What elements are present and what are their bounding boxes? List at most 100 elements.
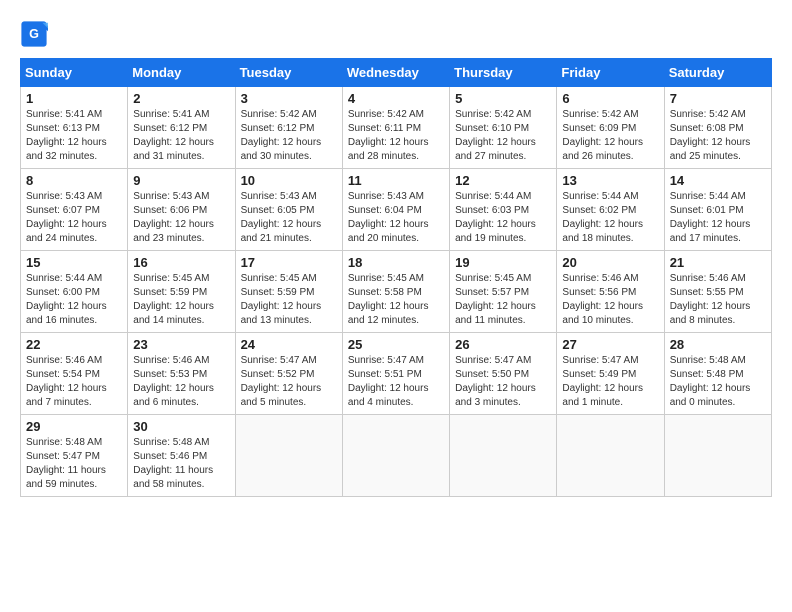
day-cell: 2 Sunrise: 5:41 AM Sunset: 6:12 PM Daylig…: [128, 87, 235, 169]
day-cell: 1Sunrise: 5:41 AM Sunset: 6:13 PM Daylig…: [21, 87, 128, 169]
day-number: 2: [133, 91, 229, 106]
day-number: 20: [562, 255, 658, 270]
day-info: Sunrise: 5:47 AM Sunset: 5:50 PM Dayligh…: [455, 354, 551, 410]
day-number: 25: [348, 337, 444, 352]
day-info: Sunrise: 5:41 AM Sunset: 6:12 PM Dayligh…: [133, 108, 229, 164]
calendar-table: SundayMondayTuesdayWednesdayThursdayFrid…: [20, 58, 772, 497]
svg-text:G: G: [29, 27, 39, 41]
day-cell: [450, 415, 557, 497]
day-cell: 18 Sunrise: 5:45 AM Sunset: 5:58 PM Dayli…: [342, 251, 449, 333]
day-cell: 22 Sunrise: 5:46 AM Sunset: 5:54 PM Dayli…: [21, 333, 128, 415]
day-number: 6: [562, 91, 658, 106]
day-cell: 15Sunrise: 5:44 AM Sunset: 6:00 PM Dayli…: [21, 251, 128, 333]
week-row-4: 22 Sunrise: 5:46 AM Sunset: 5:54 PM Dayli…: [21, 333, 772, 415]
day-cell: 14 Sunrise: 5:44 AM Sunset: 6:01 PM Dayli…: [664, 169, 771, 251]
week-row-5: 29Sunrise: 5:48 AM Sunset: 5:47 PM Dayli…: [21, 415, 772, 497]
day-cell: [235, 415, 342, 497]
day-cell: 10Sunrise: 5:43 AM Sunset: 6:05 PM Dayli…: [235, 169, 342, 251]
day-cell: 21 Sunrise: 5:46 AM Sunset: 5:55 PM Dayli…: [664, 251, 771, 333]
day-info: Sunrise: 5:47 AM Sunset: 5:52 PM Dayligh…: [241, 354, 337, 410]
day-cell: 6Sunrise: 5:42 AM Sunset: 6:09 PM Daylig…: [557, 87, 664, 169]
header-row: SundayMondayTuesdayWednesdayThursdayFrid…: [21, 59, 772, 87]
day-cell: 11Sunrise: 5:43 AM Sunset: 6:04 PM Dayli…: [342, 169, 449, 251]
day-cell: 7 Sunrise: 5:42 AM Sunset: 6:08 PM Daylig…: [664, 87, 771, 169]
header-cell-wednesday: Wednesday: [342, 59, 449, 87]
day-number: 4: [348, 91, 444, 106]
day-cell: 24 Sunrise: 5:47 AM Sunset: 5:52 PM Dayli…: [235, 333, 342, 415]
day-info: Sunrise: 5:47 AM Sunset: 5:49 PM Dayligh…: [562, 354, 658, 410]
day-number: 7: [670, 91, 766, 106]
day-cell: 23 Sunrise: 5:46 AM Sunset: 5:53 PM Dayli…: [128, 333, 235, 415]
day-number: 27: [562, 337, 658, 352]
day-cell: 4 Sunrise: 5:42 AM Sunset: 6:11 PM Daylig…: [342, 87, 449, 169]
day-number: 12: [455, 173, 551, 188]
day-cell: 8Sunrise: 5:43 AM Sunset: 6:07 PM Daylig…: [21, 169, 128, 251]
day-number: 29: [26, 419, 122, 434]
day-cell: 9 Sunrise: 5:43 AM Sunset: 6:06 PM Daylig…: [128, 169, 235, 251]
day-number: 18: [348, 255, 444, 270]
day-number: 15: [26, 255, 122, 270]
header-cell-tuesday: Tuesday: [235, 59, 342, 87]
day-cell: [557, 415, 664, 497]
day-number: 19: [455, 255, 551, 270]
day-cell: [664, 415, 771, 497]
day-info: Sunrise: 5:44 AM Sunset: 6:01 PM Dayligh…: [670, 190, 766, 246]
header-cell-monday: Monday: [128, 59, 235, 87]
day-info: Sunrise: 5:46 AM Sunset: 5:54 PM Dayligh…: [26, 354, 122, 410]
day-info: Sunrise: 5:43 AM Sunset: 6:05 PM Dayligh…: [241, 190, 337, 246]
day-cell: 17 Sunrise: 5:45 AM Sunset: 5:59 PM Dayli…: [235, 251, 342, 333]
day-info: Sunrise: 5:46 AM Sunset: 5:55 PM Dayligh…: [670, 272, 766, 328]
header-cell-saturday: Saturday: [664, 59, 771, 87]
day-cell: 5 Sunrise: 5:42 AM Sunset: 6:10 PM Daylig…: [450, 87, 557, 169]
day-cell: 29Sunrise: 5:48 AM Sunset: 5:47 PM Dayli…: [21, 415, 128, 497]
week-row-3: 15Sunrise: 5:44 AM Sunset: 6:00 PM Dayli…: [21, 251, 772, 333]
day-cell: 12 Sunrise: 5:44 AM Sunset: 6:03 PM Dayli…: [450, 169, 557, 251]
day-cell: 13 Sunrise: 5:44 AM Sunset: 6:02 PM Dayli…: [557, 169, 664, 251]
day-cell: 30Sunrise: 5:48 AM Sunset: 5:46 PM Dayli…: [128, 415, 235, 497]
day-info: Sunrise: 5:44 AM Sunset: 6:02 PM Dayligh…: [562, 190, 658, 246]
header-cell-sunday: Sunday: [21, 59, 128, 87]
day-info: Sunrise: 5:45 AM Sunset: 5:59 PM Dayligh…: [133, 272, 229, 328]
day-number: 9: [133, 173, 229, 188]
day-info: Sunrise: 5:46 AM Sunset: 5:53 PM Dayligh…: [133, 354, 229, 410]
day-cell: 20 Sunrise: 5:46 AM Sunset: 5:56 PM Dayli…: [557, 251, 664, 333]
day-number: 1: [26, 91, 122, 106]
day-number: 22: [26, 337, 122, 352]
calendar-header: SundayMondayTuesdayWednesdayThursdayFrid…: [21, 59, 772, 87]
week-row-1: 1Sunrise: 5:41 AM Sunset: 6:13 PM Daylig…: [21, 87, 772, 169]
day-number: 23: [133, 337, 229, 352]
logo: G: [20, 20, 52, 48]
header: G: [20, 20, 772, 48]
day-number: 14: [670, 173, 766, 188]
day-info: Sunrise: 5:42 AM Sunset: 6:11 PM Dayligh…: [348, 108, 444, 164]
day-number: 24: [241, 337, 337, 352]
day-info: Sunrise: 5:45 AM Sunset: 5:58 PM Dayligh…: [348, 272, 444, 328]
day-info: Sunrise: 5:47 AM Sunset: 5:51 PM Dayligh…: [348, 354, 444, 410]
day-cell: 26Sunrise: 5:47 AM Sunset: 5:50 PM Dayli…: [450, 333, 557, 415]
day-number: 28: [670, 337, 766, 352]
day-info: Sunrise: 5:46 AM Sunset: 5:56 PM Dayligh…: [562, 272, 658, 328]
day-info: Sunrise: 5:43 AM Sunset: 6:06 PM Dayligh…: [133, 190, 229, 246]
calendar-body: 1Sunrise: 5:41 AM Sunset: 6:13 PM Daylig…: [21, 87, 772, 497]
day-info: Sunrise: 5:43 AM Sunset: 6:04 PM Dayligh…: [348, 190, 444, 246]
day-number: 17: [241, 255, 337, 270]
day-info: Sunrise: 5:48 AM Sunset: 5:48 PM Dayligh…: [670, 354, 766, 410]
day-cell: 16 Sunrise: 5:45 AM Sunset: 5:59 PM Dayli…: [128, 251, 235, 333]
day-info: Sunrise: 5:48 AM Sunset: 5:46 PM Dayligh…: [133, 436, 229, 492]
day-info: Sunrise: 5:42 AM Sunset: 6:12 PM Dayligh…: [241, 108, 337, 164]
day-number: 13: [562, 173, 658, 188]
day-cell: 3 Sunrise: 5:42 AM Sunset: 6:12 PM Daylig…: [235, 87, 342, 169]
day-number: 5: [455, 91, 551, 106]
day-number: 21: [670, 255, 766, 270]
day-info: Sunrise: 5:45 AM Sunset: 5:59 PM Dayligh…: [241, 272, 337, 328]
day-info: Sunrise: 5:42 AM Sunset: 6:10 PM Dayligh…: [455, 108, 551, 164]
day-number: 16: [133, 255, 229, 270]
day-number: 3: [241, 91, 337, 106]
day-info: Sunrise: 5:44 AM Sunset: 6:03 PM Dayligh…: [455, 190, 551, 246]
header-cell-friday: Friday: [557, 59, 664, 87]
day-info: Sunrise: 5:42 AM Sunset: 6:08 PM Dayligh…: [670, 108, 766, 164]
day-cell: [342, 415, 449, 497]
logo-icon: G: [20, 20, 48, 48]
day-cell: 19Sunrise: 5:45 AM Sunset: 5:57 PM Dayli…: [450, 251, 557, 333]
week-row-2: 8Sunrise: 5:43 AM Sunset: 6:07 PM Daylig…: [21, 169, 772, 251]
